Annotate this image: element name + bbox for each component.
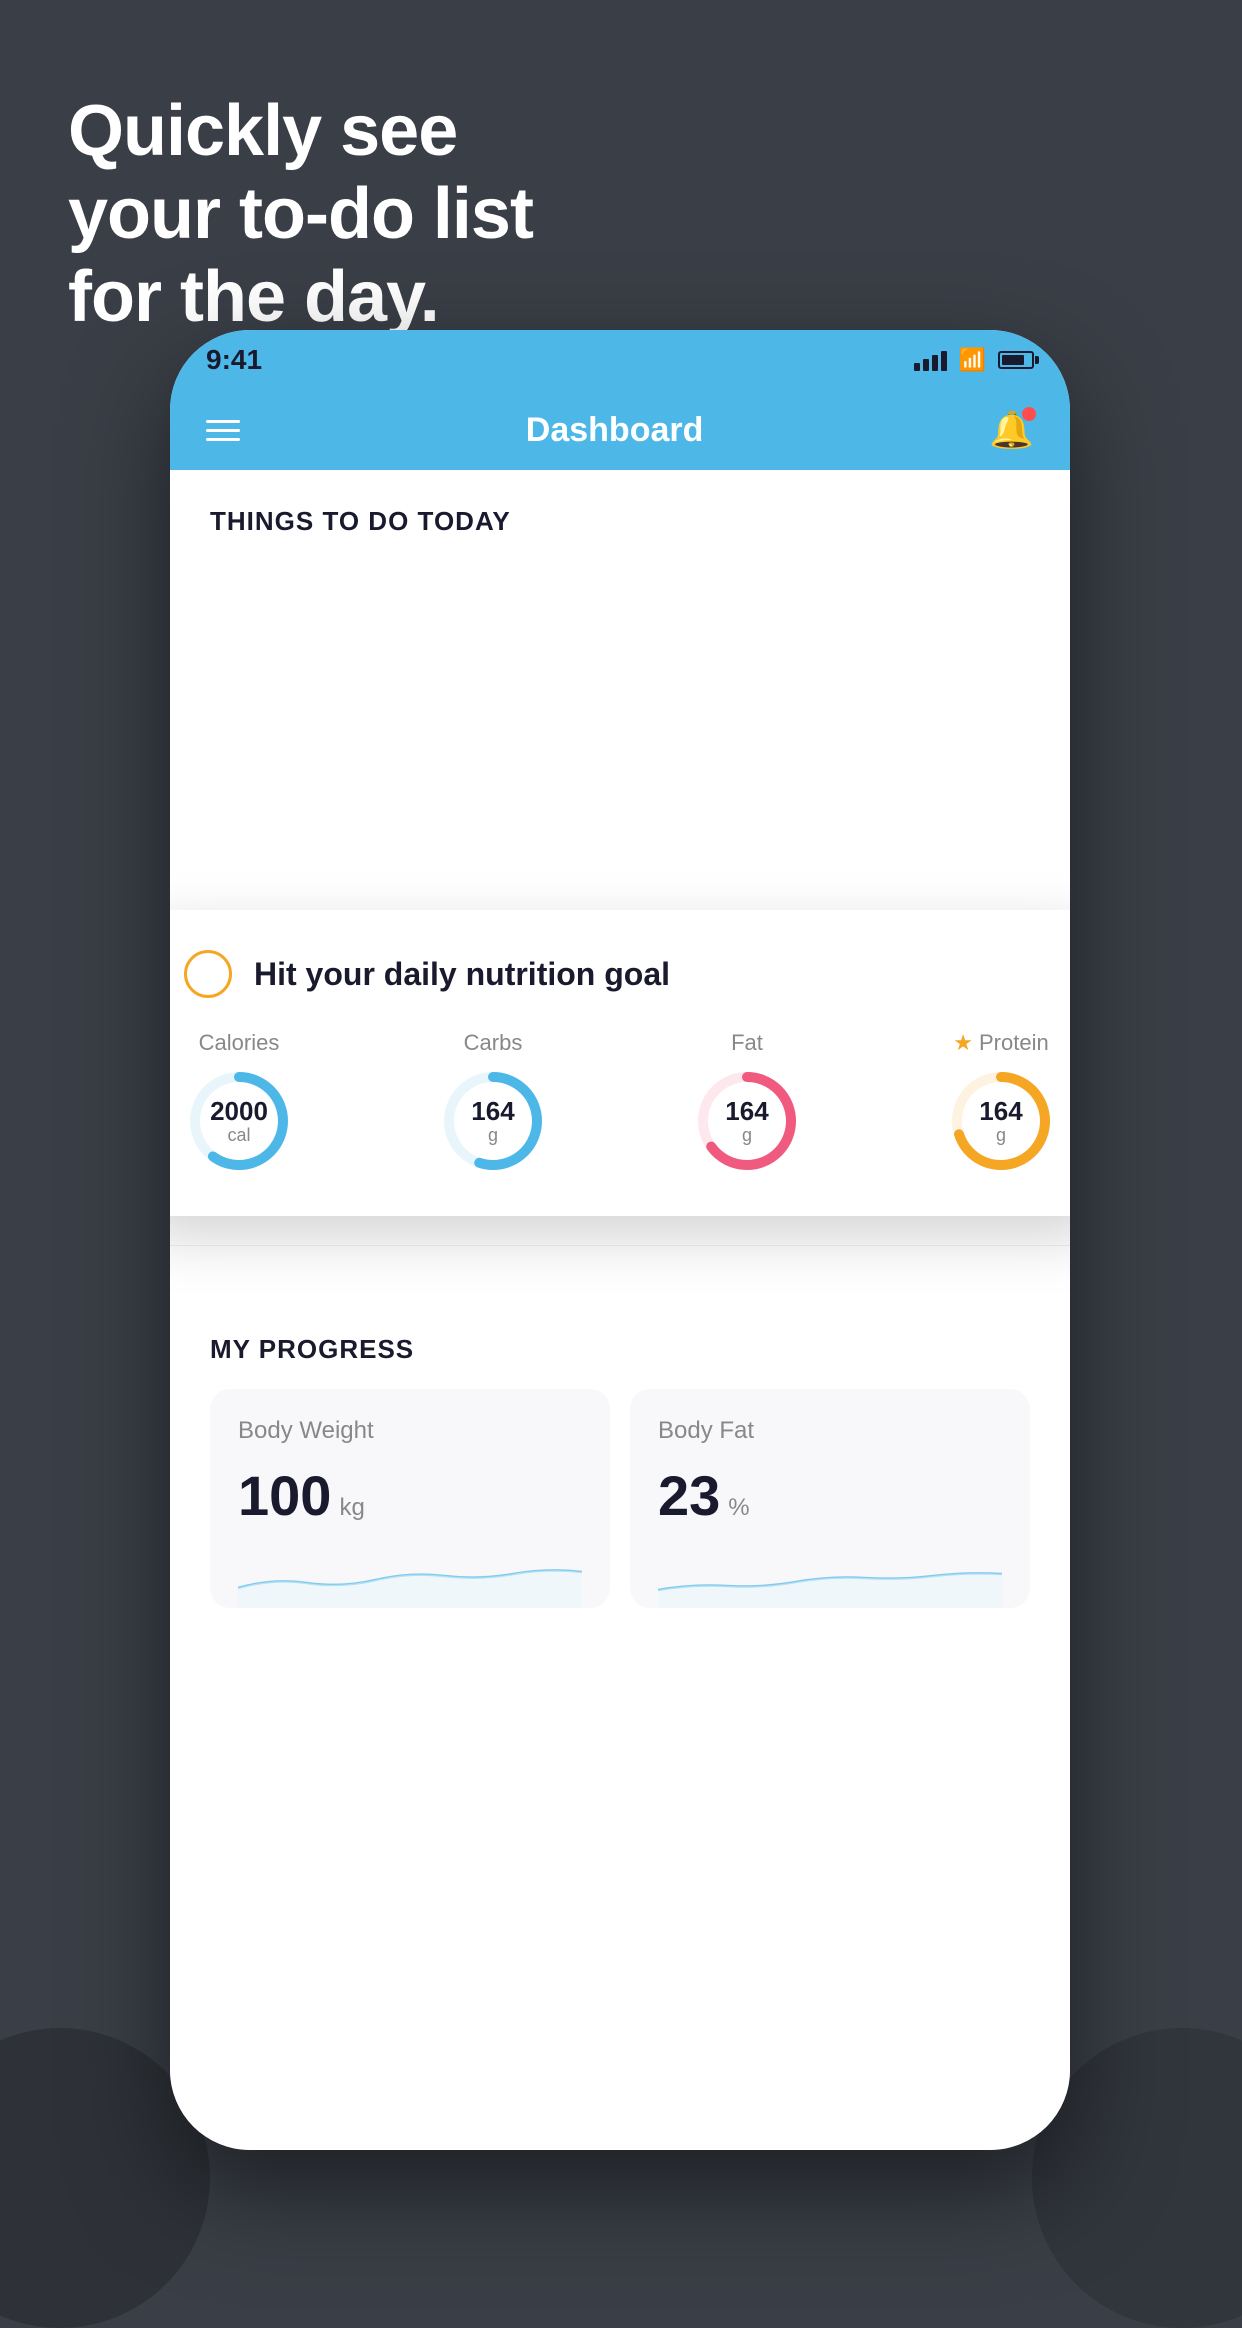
nutrition-card-title: Hit your daily nutrition goal — [254, 956, 670, 993]
star-icon: ★ — [953, 1030, 973, 1056]
donut-value: 164 — [471, 1097, 514, 1126]
nutrition-label: Fat — [731, 1030, 763, 1056]
progress-value: 23 — [658, 1463, 720, 1528]
donut-unit: g — [471, 1125, 514, 1145]
hero-line3: for the day. — [68, 256, 533, 339]
nutrition-item: Carbs 164 g — [438, 1030, 548, 1176]
donut-text: 164 g — [725, 1097, 768, 1145]
status-time: 9:41 — [206, 344, 262, 376]
wifi-icon: 📶 — [959, 347, 986, 373]
progress-value-row: 23 % — [658, 1463, 1002, 1528]
donut-unit: cal — [210, 1125, 268, 1145]
donut-text: 2000 cal — [210, 1097, 268, 1145]
nutrition-check-circle[interactable] — [184, 950, 232, 998]
progress-section: MY PROGRESS Body Weight 100 kg Body Fat … — [170, 1286, 1070, 1608]
nutrition-item: Fat 164 g — [692, 1030, 802, 1176]
donut-unit: g — [725, 1125, 768, 1145]
progress-title: MY PROGRESS — [210, 1334, 1030, 1365]
app-header: Dashboard 🔔 — [170, 390, 1070, 470]
donut-value: 164 — [979, 1097, 1022, 1126]
nutrition-label: ★Protein — [953, 1030, 1048, 1056]
nutrition-label: Calories — [199, 1030, 280, 1056]
progress-value-row: 100 kg — [238, 1463, 582, 1528]
signal-icon — [914, 349, 947, 371]
menu-button[interactable] — [206, 420, 240, 441]
donut-value: 164 — [725, 1097, 768, 1126]
progress-unit: % — [728, 1494, 749, 1522]
hero-text: Quickly see your to-do list for the day. — [68, 90, 533, 338]
header-title: Dashboard — [526, 411, 704, 450]
nutrition-card: Hit your daily nutrition goal Calories 2… — [170, 910, 1070, 1216]
status-icons: 📶 — [914, 347, 1034, 373]
hero-line1: Quickly see — [68, 90, 533, 173]
progress-unit: kg — [339, 1494, 364, 1522]
donut-text: 164 g — [471, 1097, 514, 1145]
donut-chart: 164 g — [946, 1066, 1056, 1176]
donut-unit: g — [979, 1125, 1022, 1145]
donut-chart: 2000 cal — [184, 1066, 294, 1176]
nutrition-item: Calories 2000 cal — [184, 1030, 294, 1176]
card-header: Hit your daily nutrition goal — [184, 950, 1056, 998]
nutrition-item: ★Protein 164 g — [946, 1030, 1056, 1176]
nutrition-goals: Calories 2000 cal Carbs 164 g Fat — [184, 1030, 1056, 1176]
progress-card-title: Body Weight — [238, 1417, 582, 1445]
progress-card-title: Body Fat — [658, 1417, 1002, 1445]
donut-value: 2000 — [210, 1097, 268, 1126]
mini-chart — [238, 1548, 582, 1608]
progress-value: 100 — [238, 1463, 331, 1528]
progress-cards: Body Weight 100 kg Body Fat 23 % — [210, 1389, 1030, 1608]
progress-card[interactable]: Body Fat 23 % — [630, 1389, 1030, 1608]
battery-icon — [998, 351, 1034, 369]
donut-chart: 164 g — [438, 1066, 548, 1176]
progress-card[interactable]: Body Weight 100 kg — [210, 1389, 610, 1608]
notification-button[interactable]: 🔔 — [989, 409, 1034, 451]
donut-chart: 164 g — [692, 1066, 802, 1176]
donut-text: 164 g — [979, 1097, 1022, 1145]
phone-shell: 9:41 📶 Dashboard 🔔 THINGS TO DO TODAY — [170, 330, 1070, 2150]
content-area: THINGS TO DO TODAY Hit your daily nutrit… — [170, 470, 1070, 2150]
things-to-do-title: THINGS TO DO TODAY — [170, 470, 1070, 557]
status-bar: 9:41 📶 — [170, 330, 1070, 390]
notification-dot — [1022, 407, 1036, 421]
nutrition-label: Carbs — [464, 1030, 523, 1056]
hero-line2: your to-do list — [68, 173, 533, 256]
mini-chart — [658, 1548, 1002, 1608]
